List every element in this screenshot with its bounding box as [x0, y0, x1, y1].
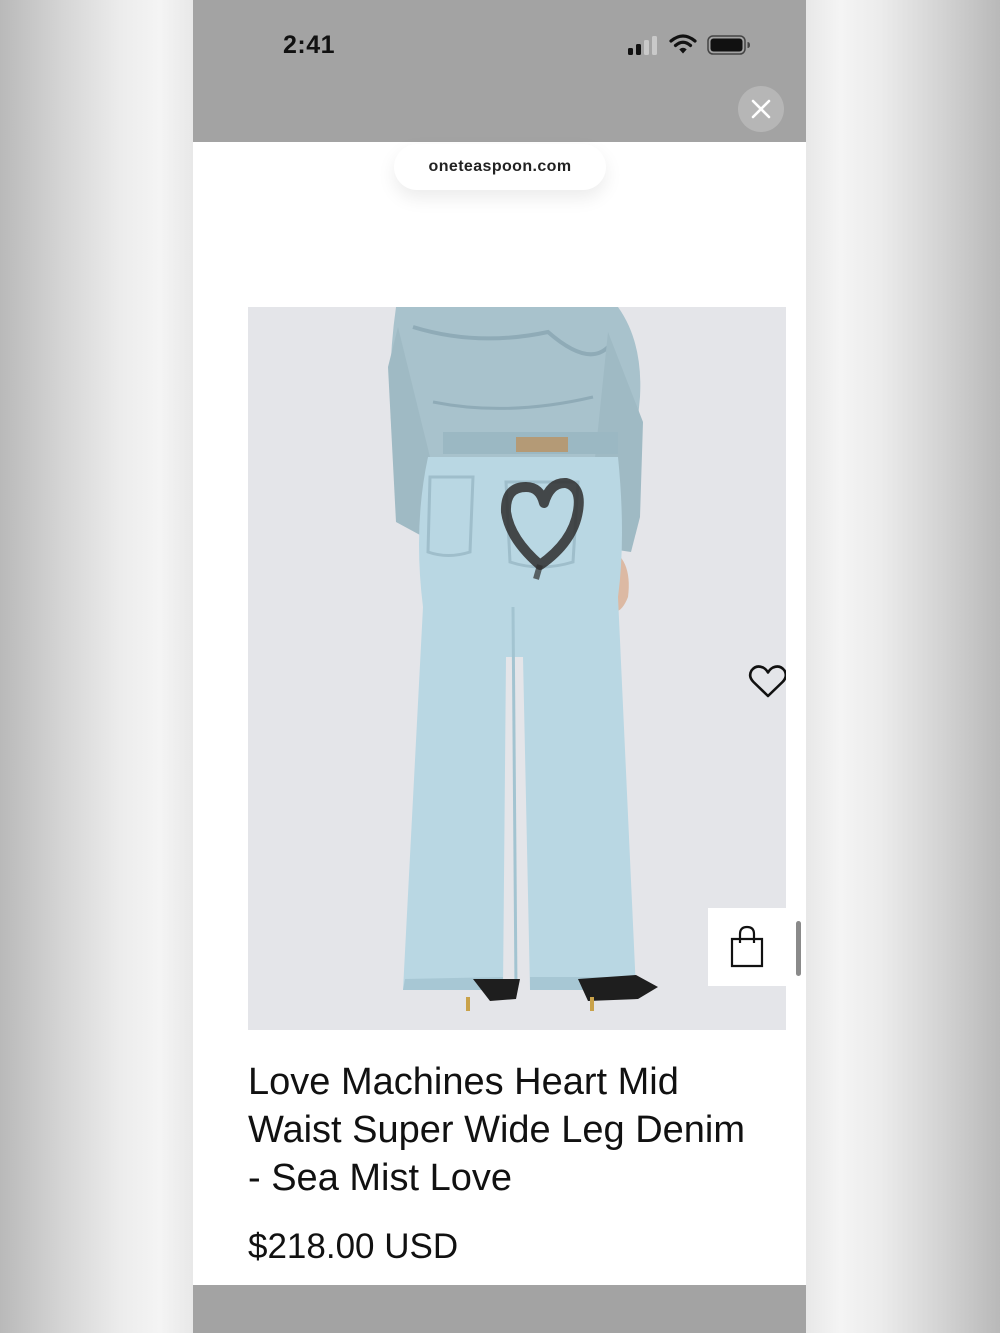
status-time: 2:41 [283, 31, 336, 59]
close-icon [751, 99, 771, 119]
shopping-bag-icon [730, 925, 764, 968]
product-title: Love Machines Heart Mid Waist Super Wide… [248, 1061, 746, 1199]
product-price: $218.00 USD [248, 1227, 459, 1266]
scrollbar-thumb[interactable] [796, 921, 801, 976]
bottom-overlay [193, 1285, 806, 1333]
status-bar: 2:41 [193, 0, 806, 142]
add-to-bag-button[interactable] [708, 908, 786, 986]
heart-icon [748, 665, 786, 698]
phone-screen: 2:41 oneteaspoon.com Love Machines Heart… [193, 0, 806, 1333]
close-button[interactable] [738, 86, 784, 132]
wifi-icon [669, 34, 697, 54]
battery-icon [707, 35, 750, 55]
product-image[interactable] [248, 307, 786, 1030]
denim-jeans-photo [388, 307, 658, 1011]
wishlist-button[interactable] [743, 657, 786, 707]
url-bar[interactable]: oneteaspoon.com [394, 144, 606, 190]
cellular-signal-icon [628, 35, 660, 55]
